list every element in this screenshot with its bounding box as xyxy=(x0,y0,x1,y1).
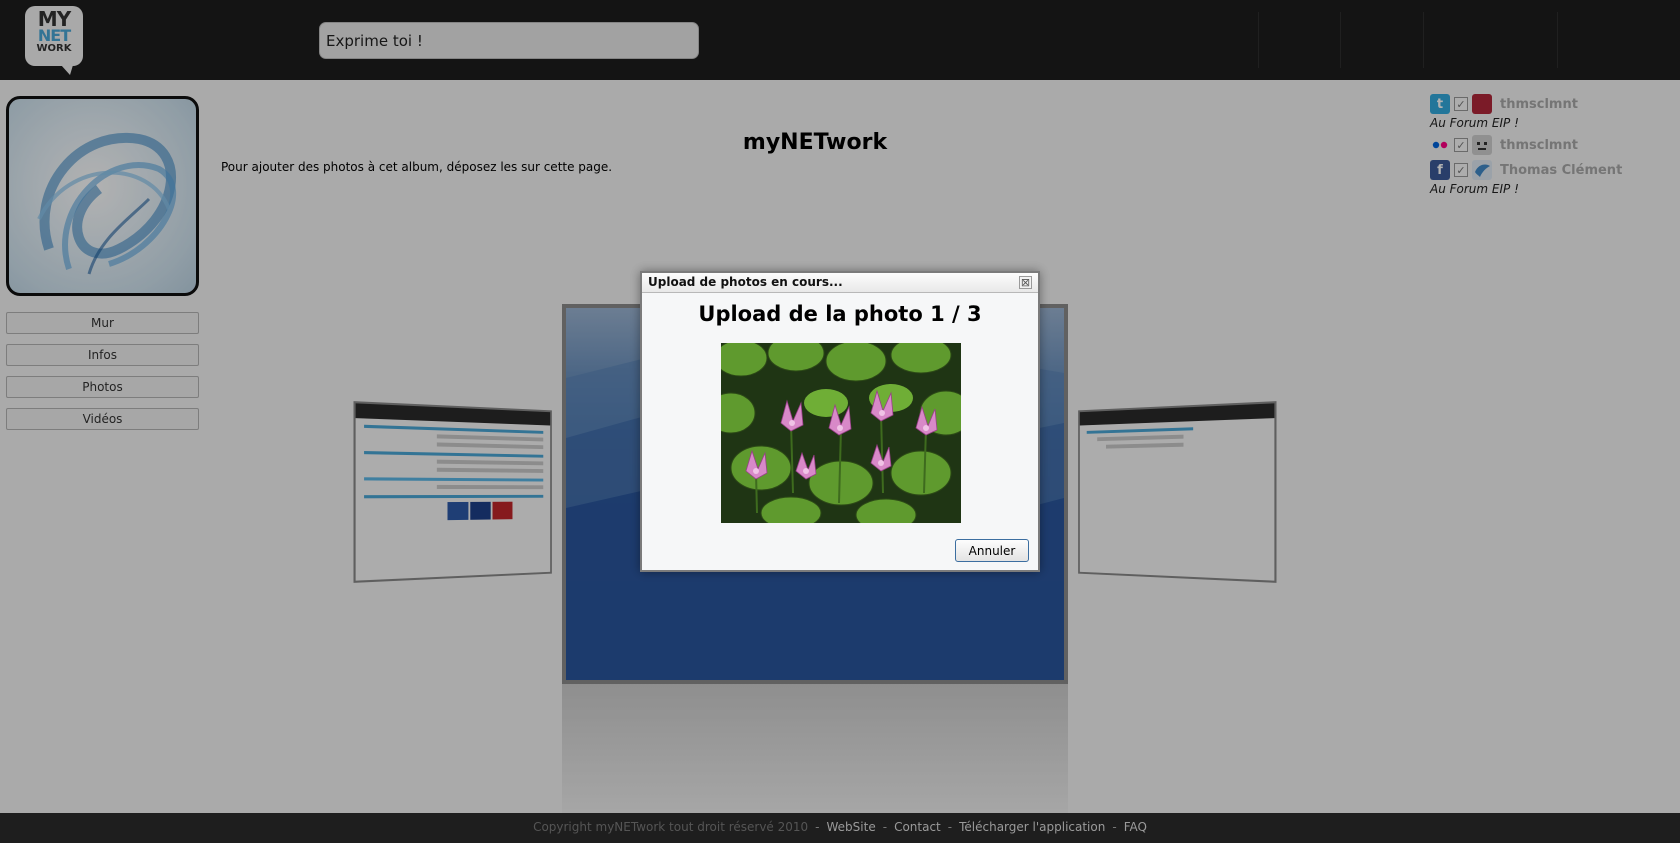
close-icon[interactable]: ⊠ xyxy=(1019,276,1032,289)
cancel-button[interactable]: Annuler xyxy=(955,539,1029,562)
footer-link-faq[interactable]: FAQ xyxy=(1124,820,1147,834)
footer-copyright: Copyright myNETwork tout droit réservé 2… xyxy=(533,820,809,834)
footer-separator: - xyxy=(1112,820,1117,834)
footer-link-contact[interactable]: Contact xyxy=(894,820,941,834)
upload-dialog: Upload de photos en cours... ⊠ Upload de… xyxy=(640,271,1040,572)
water-lily-image xyxy=(721,343,961,523)
footer-separator: - xyxy=(815,820,820,834)
dialog-titlebar[interactable]: Upload de photos en cours... ⊠ xyxy=(642,273,1038,293)
footer-link-website[interactable]: WebSite xyxy=(827,820,876,834)
footer-separator: - xyxy=(947,820,953,834)
dialog-title: Upload de photos en cours... xyxy=(648,275,843,289)
uploading-photo-preview xyxy=(721,343,961,523)
footer-links: Copyright myNETwork tout droit réservé 2… xyxy=(0,820,1680,834)
footer-separator: - xyxy=(882,820,888,834)
upload-progress-heading: Upload de la photo 1 / 3 xyxy=(698,302,982,326)
footer: Copyright myNETwork tout droit réservé 2… xyxy=(0,813,1680,843)
footer-link-download-app[interactable]: Télécharger l'application xyxy=(959,820,1105,834)
